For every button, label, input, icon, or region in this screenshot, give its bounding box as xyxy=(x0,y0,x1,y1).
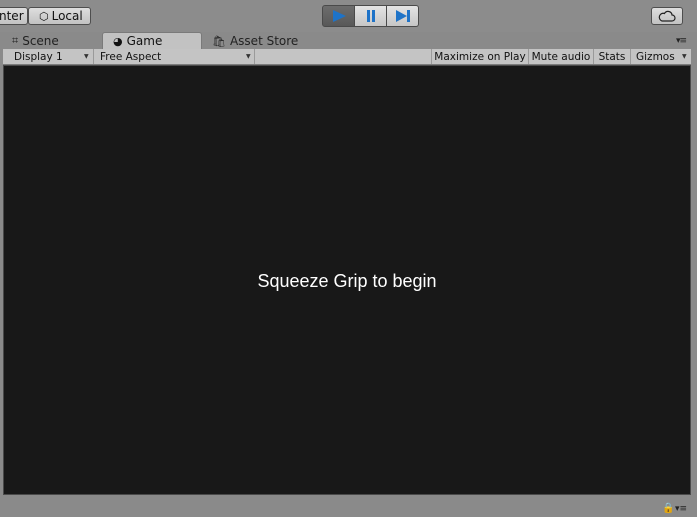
step-button[interactable] xyxy=(387,5,419,27)
display-dropdown[interactable]: Display 1 ▼ xyxy=(9,49,93,64)
main-toolbar: nter ⬡ Local xyxy=(0,0,697,32)
tab-scene[interactable]: ⌗ Scene xyxy=(12,33,59,49)
tab-asset-store-label: Asset Store xyxy=(229,34,299,48)
lock-icon[interactable]: 🔒 xyxy=(662,503,674,514)
maximize-on-play-toggle[interactable]: Maximize on Play xyxy=(432,49,528,64)
tab-asset-store[interactable]: 🛍 Asset Store xyxy=(212,33,298,49)
aspect-dropdown-label: Free Aspect xyxy=(100,50,162,63)
game-viewport[interactable]: Squeeze Grip to begin xyxy=(3,65,691,495)
stats-toggle[interactable]: Stats xyxy=(594,49,630,64)
stats-label: Stats xyxy=(598,50,626,63)
local-global-label: Local xyxy=(51,9,83,23)
chevron-down-icon: ▼ xyxy=(682,53,687,60)
mute-audio-toggle[interactable]: Mute audio xyxy=(529,49,593,64)
game-view-toolbar: Display 1 ▼ Free Aspect ▼ Maximize on Pl… xyxy=(3,49,691,65)
play-icon xyxy=(332,10,346,22)
maximize-on-play-label: Maximize on Play xyxy=(434,50,526,63)
viewport-message: Squeeze Grip to begin xyxy=(257,271,437,291)
tab-scene-label: Scene xyxy=(22,34,59,48)
pause-icon xyxy=(366,10,375,22)
mute-audio-label: Mute audio xyxy=(531,50,591,63)
aspect-dropdown[interactable]: Free Aspect ▼ xyxy=(94,49,254,64)
playback-controls xyxy=(322,5,419,27)
chevron-down-icon: ▼ xyxy=(246,53,251,60)
pacman-icon: ◕ xyxy=(113,34,123,48)
tab-game[interactable]: ◕ Game xyxy=(102,32,202,49)
grid-icon: ⌗ xyxy=(12,34,19,47)
shopping-bag-icon: 🛍 xyxy=(212,34,226,48)
tab-menu-icon[interactable]: ▾≡ xyxy=(676,36,687,46)
pause-button[interactable] xyxy=(355,5,387,27)
cloud-icon xyxy=(658,10,676,22)
menu-icon[interactable]: ▾≡ xyxy=(675,504,687,514)
play-button[interactable] xyxy=(322,5,355,27)
step-forward-icon xyxy=(395,10,410,22)
tab-game-label: Game xyxy=(126,34,163,48)
cube-icon: ⬡ xyxy=(39,9,49,23)
gizmos-label: Gizmos xyxy=(636,50,675,63)
window-tab-bar: ⌗ Scene ◕ Game 🛍 Asset Store ▾≡ xyxy=(0,32,697,49)
chevron-down-icon: ▼ xyxy=(84,53,89,60)
display-dropdown-label: Display 1 xyxy=(14,50,63,63)
pivot-center-label: nter xyxy=(0,9,24,23)
divider xyxy=(254,49,255,64)
status-bar: 🔒 ▾≡ xyxy=(0,497,697,517)
local-global-toggle[interactable]: ⬡ Local xyxy=(28,7,91,25)
pivot-center-toggle[interactable]: nter xyxy=(0,7,28,25)
cloud-button[interactable] xyxy=(651,7,683,25)
gizmos-dropdown[interactable]: Gizmos ▼ xyxy=(631,49,691,64)
